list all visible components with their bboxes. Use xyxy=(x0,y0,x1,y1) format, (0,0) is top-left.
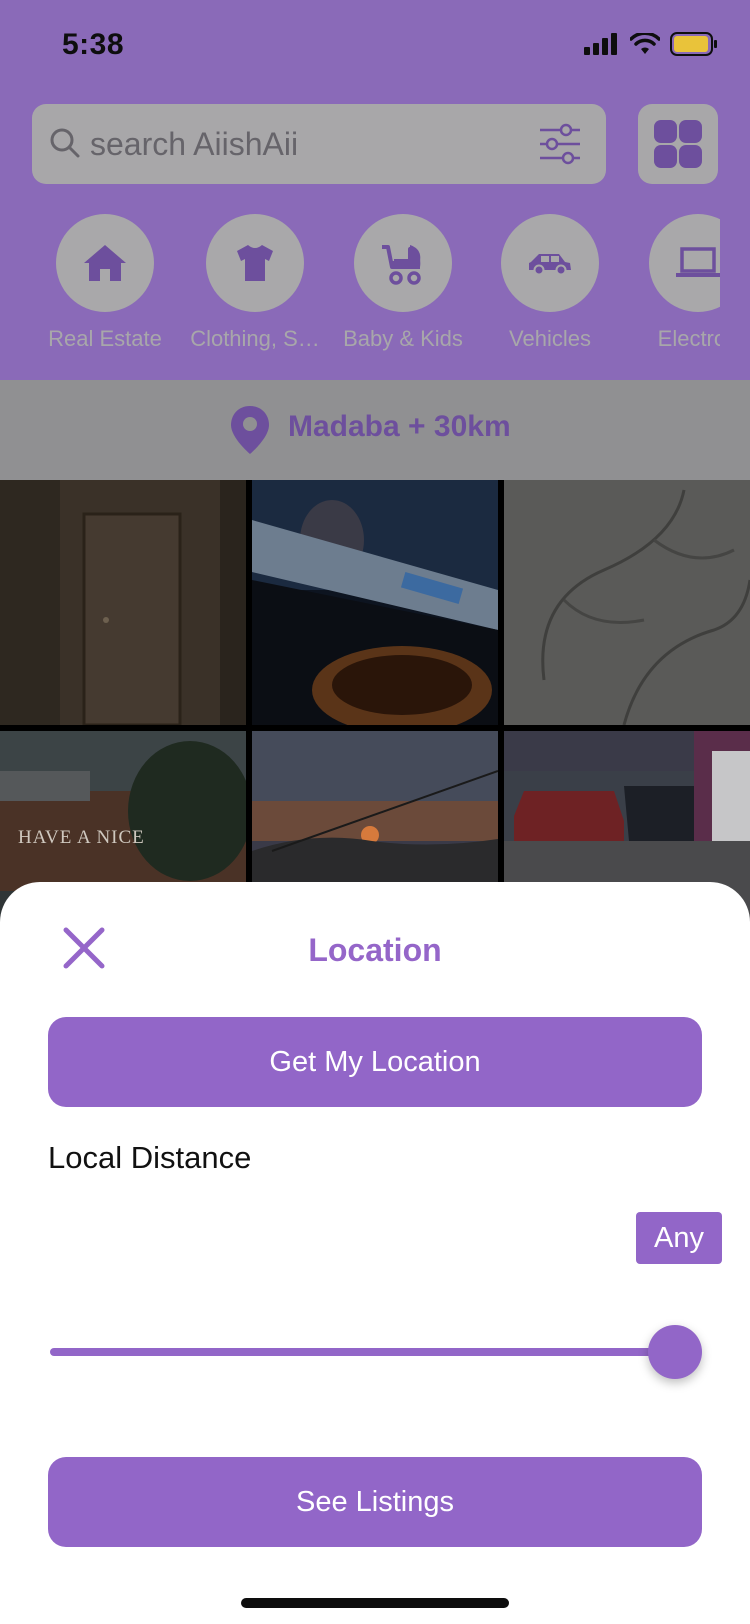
sheet-title: Location xyxy=(308,932,442,968)
category-baby-kids[interactable]: Baby & Kids xyxy=(328,214,478,352)
search-bar[interactable]: search AiishAii xyxy=(32,104,606,184)
category-label: Electron xyxy=(657,326,720,351)
category-electronics[interactable]: Electron xyxy=(623,214,720,352)
photo-caption: HAVE A NICE xyxy=(18,827,145,848)
header: 5:38 search AiishAii Real Estate Clothin… xyxy=(0,0,750,380)
category-vehicles[interactable]: Vehicles xyxy=(475,214,625,352)
grid-view-button[interactable] xyxy=(638,104,718,184)
tshirt-icon xyxy=(237,245,273,281)
category-carousel[interactable]: Real Estate Clothing, S… Baby & Kids Veh… xyxy=(0,214,720,364)
category-label: Clothing, S… xyxy=(190,326,320,351)
see-listings-button[interactable]: See Listings xyxy=(48,1457,702,1547)
location-pin-icon xyxy=(231,406,269,454)
local-distance-label: Local Distance xyxy=(48,1140,252,1175)
distance-value-badge: Any xyxy=(636,1212,722,1264)
search-icon xyxy=(50,128,80,158)
listing-photo[interactable] xyxy=(0,480,246,725)
laptop-icon xyxy=(676,247,720,277)
status-time: 5:38 xyxy=(62,28,125,61)
get-my-location-button[interactable]: Get My Location xyxy=(48,1017,702,1107)
filter-sliders-icon[interactable] xyxy=(538,122,582,166)
battery-icon xyxy=(670,32,717,56)
signal-icon xyxy=(584,33,617,55)
location-text: Madaba + 30km xyxy=(288,410,511,443)
house-icon xyxy=(84,245,126,281)
distance-slider-track[interactable] xyxy=(50,1348,684,1356)
home-indicator xyxy=(241,1598,509,1608)
category-clothing[interactable]: Clothing, S… xyxy=(180,214,330,352)
search-input[interactable]: search AiishAii xyxy=(90,126,298,163)
wifi-icon xyxy=(630,33,660,54)
stroller-icon xyxy=(382,245,421,285)
category-label: Vehicles xyxy=(509,326,591,351)
listing-photo[interactable] xyxy=(504,480,750,725)
category-label: Baby & Kids xyxy=(343,326,463,351)
category-label: Real Estate xyxy=(48,326,162,351)
location-filter-bar[interactable]: Madaba + 30km xyxy=(0,380,750,480)
listings-grid: HAVE A NICE xyxy=(0,480,750,976)
status-bar: 5:38 xyxy=(0,0,750,90)
category-real-estate[interactable]: Real Estate xyxy=(30,214,180,352)
location-bottom-sheet: Location Get My Location Local Distance … xyxy=(0,882,750,1624)
car-icon xyxy=(529,254,571,276)
distance-slider-thumb[interactable] xyxy=(648,1325,702,1379)
listing-photo[interactable] xyxy=(252,480,498,725)
